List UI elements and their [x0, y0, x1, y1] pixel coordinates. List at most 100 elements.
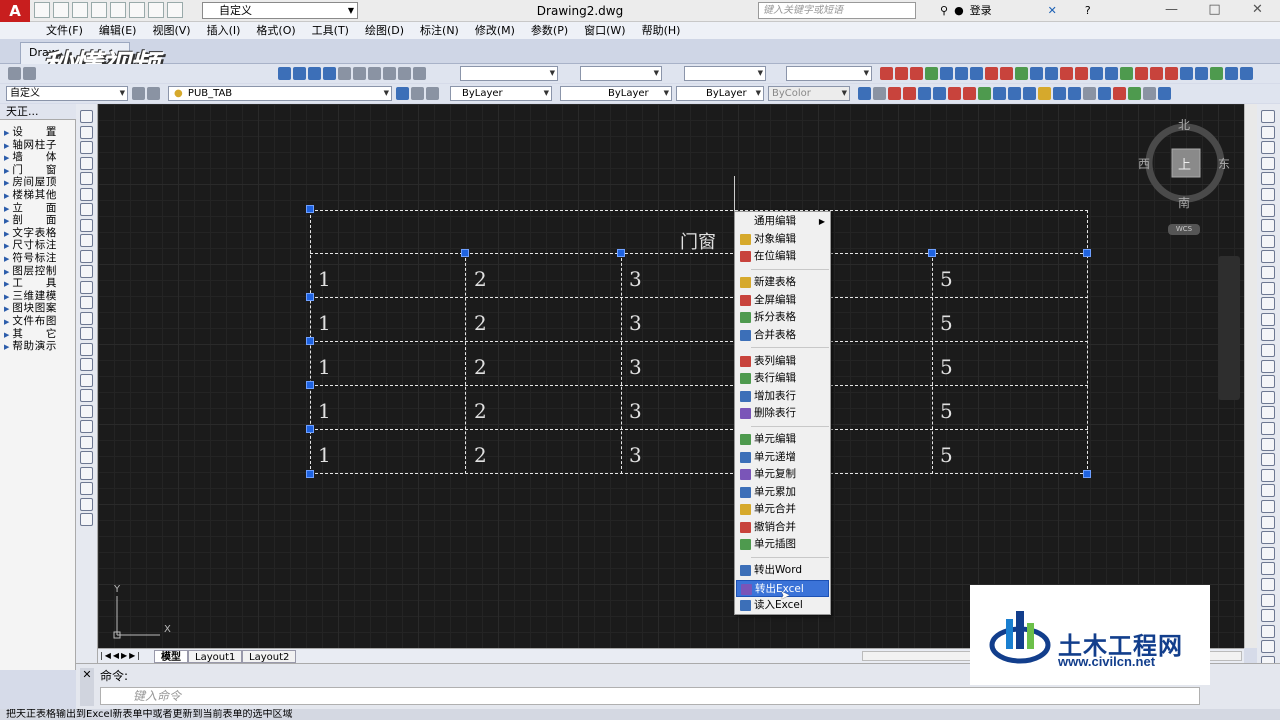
dim-update-icon[interactable]	[1120, 67, 1133, 80]
snap-midpoint-icon[interactable]	[1150, 67, 1163, 80]
tz-tool-9-icon[interactable]	[978, 87, 991, 100]
table-cell[interactable]: 2	[474, 355, 487, 379]
menu-item[interactable]: 视图(V)	[144, 22, 198, 39]
open-file-icon[interactable]	[53, 2, 69, 18]
context-menu-item[interactable]: 表行编辑	[736, 370, 829, 387]
dim-arc-icon[interactable]	[910, 67, 923, 80]
tolerance-icon[interactable]	[1030, 67, 1043, 80]
screen-menu-item[interactable]: ▶ 文件布图	[4, 315, 64, 328]
modify-tool-6-icon[interactable]	[1261, 188, 1275, 201]
login-label[interactable]: 登录	[970, 2, 992, 20]
binoculars-icon[interactable]: ⚲	[940, 2, 948, 20]
tz-tool-21-icon[interactable]	[1158, 87, 1171, 100]
modify-tool-11-icon[interactable]	[1261, 266, 1275, 279]
workspace-style-select[interactable]: 自定义 ▼	[6, 86, 128, 101]
screen-menu-item[interactable]: ▶ 文字表格	[4, 227, 64, 240]
table-cell[interactable]: 3	[629, 399, 642, 423]
workspace-select[interactable]: 自定义 ▼	[202, 2, 358, 19]
polyline-icon[interactable]	[80, 141, 93, 154]
screen-menu-item[interactable]: ▶ 立 面	[4, 202, 64, 215]
snap-quadrant-icon[interactable]	[1195, 67, 1208, 80]
dim-angular-icon[interactable]	[970, 67, 983, 80]
rectangle-icon[interactable]	[80, 172, 93, 185]
tz-tool-16-icon[interactable]	[1083, 87, 1096, 100]
plotstyle-select[interactable]: ByColor ▼	[768, 86, 850, 101]
jogged-linear-icon[interactable]	[1075, 67, 1088, 80]
table-style-select[interactable]: ▼	[684, 66, 766, 81]
column-grip[interactable]	[928, 249, 936, 257]
screen-menu-item[interactable]: ▶ 轴网柱子	[4, 139, 64, 152]
menu-item[interactable]: 标注(N)	[412, 22, 467, 39]
new-icon[interactable]	[8, 67, 21, 80]
modify-tool-18-icon[interactable]	[1261, 375, 1275, 389]
command-input[interactable]: 键入命令	[100, 687, 1200, 705]
help-search-input[interactable]: 键入关键字或短语	[758, 2, 916, 19]
spline-icon[interactable]	[80, 234, 93, 247]
table-cell[interactable]: 3	[629, 443, 642, 467]
modify-tool-29-icon[interactable]	[1261, 546, 1275, 560]
ellipse-icon[interactable]	[80, 249, 93, 263]
center-mark-icon[interactable]	[1045, 67, 1058, 80]
table-cell[interactable]: 5	[940, 355, 953, 379]
dim-baseline-icon[interactable]	[985, 67, 998, 80]
tz-tool-8-icon[interactable]	[963, 87, 976, 100]
modify-tool-10-icon[interactable]	[1261, 250, 1275, 264]
tab-model[interactable]: 模型	[154, 650, 188, 663]
inspect-icon[interactable]	[1060, 67, 1073, 80]
arc-icon[interactable]	[80, 187, 93, 201]
layer-states-icon[interactable]	[147, 87, 160, 100]
linetype-select[interactable]: ByLayer ▼	[560, 86, 672, 101]
tz-tool-19-icon[interactable]	[1128, 87, 1141, 100]
modify-tool-5-icon[interactable]	[1261, 172, 1275, 186]
menu-item[interactable]: 帮助(H)	[634, 22, 689, 39]
close-icon[interactable]: ✕	[1236, 0, 1279, 22]
table-cell[interactable]: 5	[940, 267, 953, 291]
insert-block-icon[interactable]	[80, 280, 93, 294]
layer-properties-icon[interactable]	[132, 87, 145, 100]
screen-menu-item[interactable]: ▶ 房间屋顶	[4, 176, 64, 189]
column-grip[interactable]	[1083, 249, 1091, 257]
context-menu-item[interactable]: 单元复制	[736, 466, 829, 483]
undo-icon[interactable]	[129, 2, 145, 18]
dim-radius-icon[interactable]	[940, 67, 953, 80]
screen-menu-item[interactable]: ▶ 工 具	[4, 277, 64, 290]
compass-south[interactable]: 南	[1178, 194, 1190, 211]
zoom-previous-icon[interactable]	[323, 67, 336, 80]
vertical-scrollbar[interactable]	[1244, 104, 1257, 648]
modify-tool-20-icon[interactable]	[1261, 406, 1275, 420]
table-grip[interactable]	[306, 205, 314, 213]
drawing-canvas[interactable]: 门窗 1 2 3 5 1 2 3 5 1 2 3 5 1 2 3 5 1 2 3 5 Y X	[98, 104, 1244, 648]
markup-icon[interactable]	[398, 67, 411, 80]
table-cell[interactable]: 1	[318, 311, 331, 335]
screen-menu-item[interactable]: ▶ 尺寸标注	[4, 239, 64, 252]
row-grip[interactable]	[306, 337, 314, 345]
menu-item[interactable]: 绘图(D)	[357, 22, 412, 39]
menu-item[interactable]: 编辑(E)	[91, 22, 145, 39]
viewcube[interactable]: 北 南 东 西 上	[1138, 116, 1230, 211]
add-selected-icon[interactable]	[80, 404, 93, 418]
menu-item[interactable]: 修改(M)	[467, 22, 523, 39]
modify-tool-1-icon[interactable]	[1261, 110, 1275, 123]
snap-center-icon[interactable]	[1180, 67, 1193, 80]
table-cell[interactable]: 5	[940, 399, 953, 423]
modify-tool-16-icon[interactable]	[1261, 344, 1275, 357]
modify-tool-34-icon[interactable]	[1261, 624, 1275, 638]
modify-tool-9-icon[interactable]	[1261, 234, 1275, 248]
row-grip[interactable]	[306, 425, 314, 433]
table-cell[interactable]: 2	[474, 399, 487, 423]
layer-match-icon[interactable]	[426, 87, 439, 100]
hatch-icon[interactable]	[80, 327, 93, 340]
context-menu-item[interactable]: 表列编辑	[736, 353, 829, 370]
modify-tool-7-icon[interactable]	[1261, 203, 1275, 217]
polygon-icon[interactable]	[80, 156, 93, 170]
compass-west[interactable]: 西	[1138, 155, 1150, 172]
qat-dropdown-icon[interactable]	[167, 2, 183, 18]
snap-perp-icon[interactable]	[1225, 67, 1238, 80]
compass-north[interactable]: 北	[1178, 116, 1190, 133]
navigation-bar[interactable]	[1218, 256, 1240, 400]
tz-tool-4-icon[interactable]	[903, 87, 916, 100]
tz-tool-18-icon[interactable]	[1113, 87, 1126, 100]
table-cell[interactable]: 1	[318, 399, 331, 423]
modify-tool-30-icon[interactable]	[1261, 562, 1275, 576]
context-menu-item[interactable]: 单元合并	[736, 501, 829, 518]
